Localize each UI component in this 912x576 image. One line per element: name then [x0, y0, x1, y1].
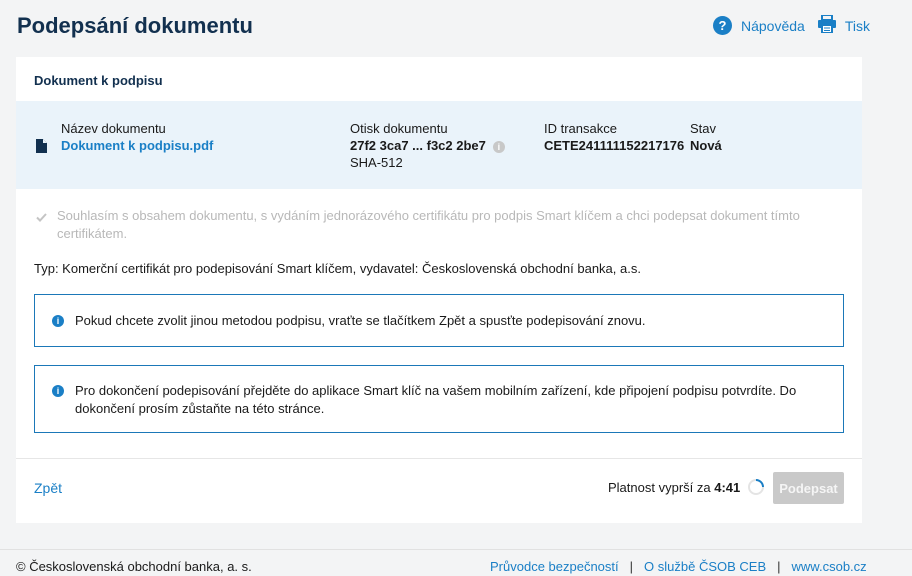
validity-countdown: Platnost vyprší za 4:41 — [608, 480, 740, 495]
document-hash-label: Otisk dokumentu — [350, 121, 448, 136]
footer-separator: | — [629, 559, 634, 574]
footer-link-website[interactable]: www.csob.cz — [792, 559, 867, 574]
validity-label: Platnost vyprší za — [608, 480, 711, 495]
help-icon: ? — [713, 16, 732, 35]
validity-time: 4:41 — [714, 480, 741, 495]
help-label: Nápověda — [741, 17, 805, 34]
hash-info-icon[interactable]: i — [492, 140, 505, 153]
signing-card: Dokument k podpisu Název dokumentu Dokum… — [16, 57, 862, 523]
card-title: Dokument k podpisu — [34, 73, 163, 88]
certificate-type: Typ: Komerční certifikát pro podepisován… — [34, 261, 641, 276]
checkmark-icon[interactable] — [35, 211, 47, 223]
footer-link-security-guide[interactable]: Průvodce bezpečností — [490, 559, 619, 574]
print-link[interactable]: Tisk — [817, 14, 870, 36]
back-link[interactable]: Zpět — [34, 480, 62, 496]
footer-separator: | — [777, 559, 781, 574]
top-links: ? Nápověda Tisk — [713, 14, 870, 36]
document-icon — [36, 139, 47, 156]
footer-link-about-service[interactable]: O službě ČSOB CEB — [644, 559, 766, 574]
transaction-id-label: ID transakce — [544, 121, 617, 136]
document-hash-value: 27f2 3ca7 ... f3c2 2be7 — [350, 138, 486, 153]
help-link[interactable]: ? Nápověda — [713, 16, 805, 35]
document-hash-algorithm: SHA-512 — [350, 155, 403, 170]
divider — [16, 458, 862, 459]
status-label: Stav — [690, 121, 717, 136]
document-name-label: Název dokumentu — [61, 121, 166, 136]
document-name-link[interactable]: Dokument k podpisu.pdf — [61, 137, 213, 154]
info-icon: i — [52, 385, 64, 397]
info-message: Pro dokončení podepisování přejděte do a… — [75, 383, 797, 416]
spinner-icon — [747, 478, 765, 496]
document-hash-column: Otisk dokumentu 27f2 3ca7 ... f3c2 2be7 i… — [350, 120, 505, 171]
footer-links: Průvodce bezpečností | O službě ČSOB CEB… — [490, 559, 867, 574]
transaction-id-column: ID transakce CETE241111152217176 — [544, 120, 684, 154]
info-box-method: i Pokud chcete zvolit jinou metodou podp… — [34, 294, 844, 347]
page-title: Podepsání dokumentu — [17, 13, 253, 38]
status-column: Stav Nová — [690, 120, 722, 154]
info-message: Pokud chcete zvolit jinou metodou podpis… — [75, 313, 646, 328]
document-name-column: Název dokumentu Dokument k podpisu.pdf — [61, 120, 213, 154]
transaction-id-value: CETE241111152217176 — [544, 138, 685, 153]
document-info-band: Název dokumentu Dokument k podpisu.pdf O… — [16, 101, 862, 189]
print-icon — [817, 14, 837, 36]
consent-checkbox-row[interactable]: Souhlasím s obsahem dokumentu, s vydáním… — [34, 207, 834, 243]
info-icon: i — [52, 315, 64, 327]
print-label: Tisk — [844, 17, 870, 34]
consent-text: Souhlasím s obsahem dokumentu, s vydáním… — [57, 208, 800, 241]
copyright: © Československá obchodní banka, a. s. — [16, 559, 252, 574]
status-value: Nová — [690, 138, 722, 153]
sign-button[interactable]: Podepsat — [773, 472, 844, 504]
footer-divider — [0, 549, 912, 550]
info-box-smart-key: i Pro dokončení podepisování přejděte do… — [34, 365, 844, 433]
